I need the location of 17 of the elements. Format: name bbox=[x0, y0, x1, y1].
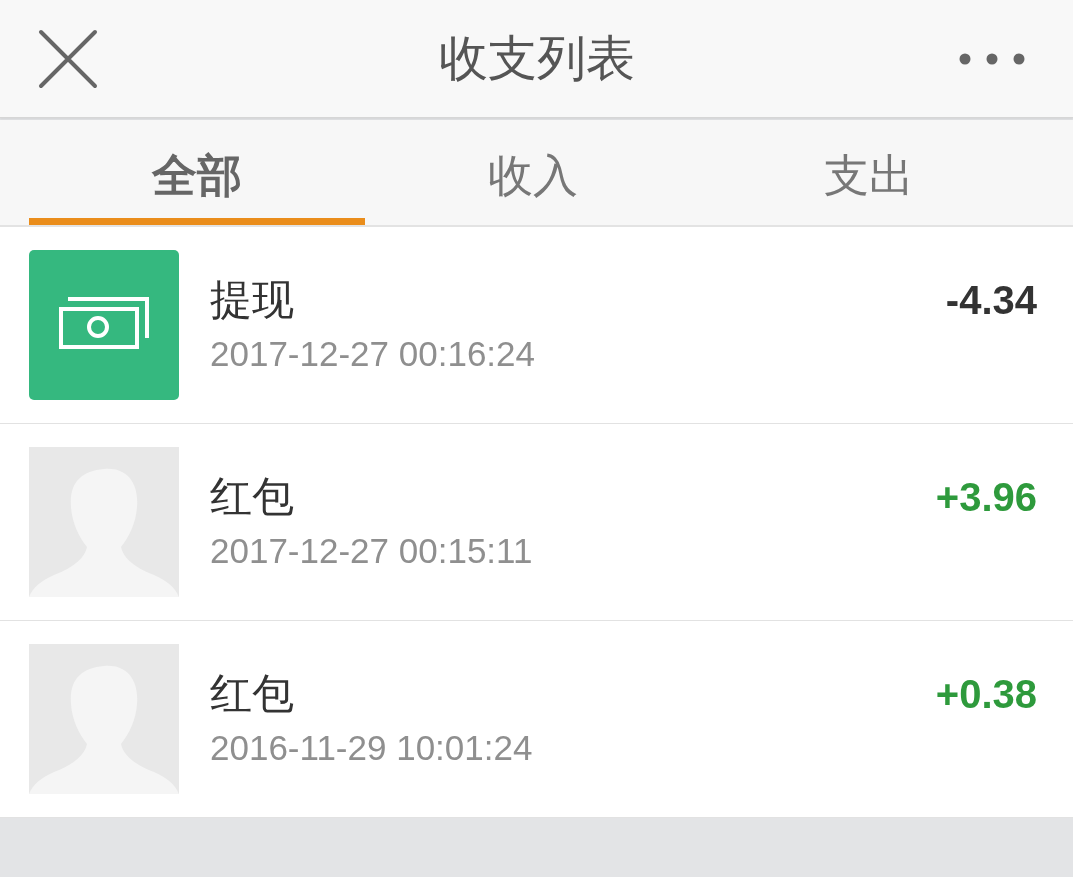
page-title: 收支列表 bbox=[438, 29, 635, 87]
tab[interactable]: 收入 bbox=[365, 120, 701, 225]
banknote-icon bbox=[29, 250, 179, 400]
transaction-amount: +0.38 bbox=[935, 671, 1037, 718]
more-button[interactable] bbox=[959, 52, 1025, 65]
transaction-title: 红包 bbox=[210, 472, 294, 522]
close-icon bbox=[38, 28, 98, 89]
transaction-amount: +3.96 bbox=[935, 474, 1037, 521]
transaction-time: 2017-12-27 00:16:24 bbox=[210, 333, 535, 375]
transaction-amount: -4.34 bbox=[945, 277, 1037, 324]
transaction-title: 红包 bbox=[210, 669, 294, 719]
transaction-title: 提现 bbox=[210, 275, 294, 325]
close-button[interactable] bbox=[38, 28, 98, 89]
transaction-time: 2017-12-27 00:15:11 bbox=[210, 530, 533, 572]
transaction-time: 2016-11-29 10:01:24 bbox=[210, 727, 533, 769]
more-icon bbox=[959, 52, 1025, 65]
tab[interactable]: 支出 bbox=[701, 120, 1037, 225]
